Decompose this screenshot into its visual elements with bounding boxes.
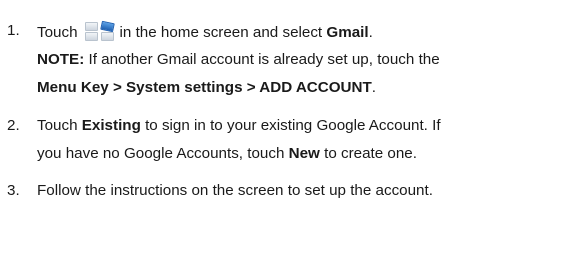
step-2-l1-post: to sign in to your existing Google Accou… (145, 117, 441, 134)
step-1-mid: in the home screen and select (119, 24, 323, 41)
step-2-line-2: you have no Google Accounts, touch New t… (37, 144, 417, 164)
note-end: . (371, 79, 376, 96)
step-1-end: . (368, 24, 373, 41)
note-path: Menu Key > System settings > ADD ACCOUNT (37, 79, 372, 96)
step-2-l1-bold: Existing (81, 117, 141, 134)
step-2-l2-post: to create one. (324, 145, 417, 162)
step-3-number: 3. (7, 182, 20, 199)
note-label: NOTE: (37, 51, 85, 68)
step-1-text: Touch in the home screen and select Gmai… (37, 20, 373, 43)
note-path-line: Menu Key > System settings > ADD ACCOUNT… (37, 78, 376, 98)
note-text: If another Gmail account is already set … (88, 51, 440, 68)
instructions-document: 1. Touch in the home screen and select G… (0, 0, 572, 258)
apps-grid-icon (82, 20, 118, 41)
step-2-l1-pre: Touch (37, 117, 78, 134)
step-1-number: 1. (7, 22, 20, 39)
step-2-l2-bold: New (288, 145, 320, 162)
note-line: NOTE: If another Gmail account is alread… (37, 50, 440, 70)
step-2-number: 2. (7, 117, 20, 134)
step-1-pre: Touch (37, 24, 78, 41)
step-3-text: Follow the instructions on the screen to… (37, 182, 433, 199)
step-2-l2-pre: you have no Google Accounts, touch (37, 145, 285, 162)
step-1-bold: Gmail (326, 24, 369, 41)
step-2-line-1: Touch Existing to sign in to your existi… (37, 116, 441, 136)
